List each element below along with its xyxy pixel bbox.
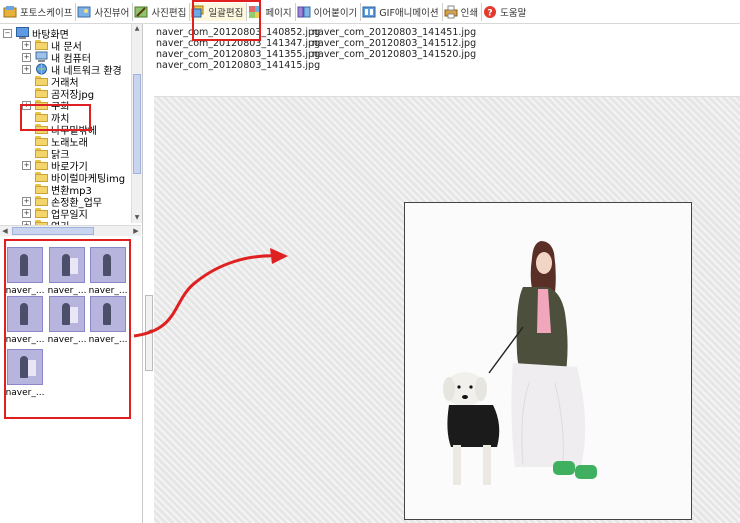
annotation-arrow [133,248,288,338]
